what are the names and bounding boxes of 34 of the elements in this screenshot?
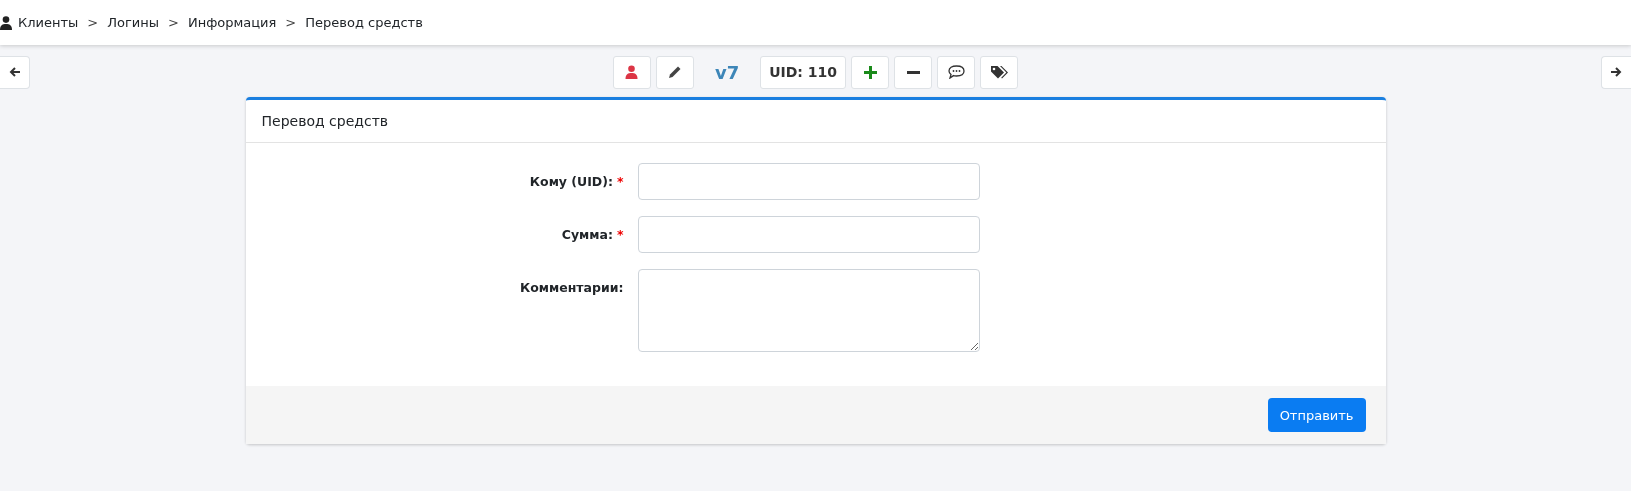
version-label: v7 (713, 61, 741, 83)
field-label: Комментарии: (519, 279, 624, 297)
breadcrumb-link[interactable]: Клиенты (18, 15, 79, 30)
pencil-icon (667, 65, 682, 79)
minus-button[interactable] (894, 55, 933, 89)
breadcrumb-separator: > (87, 15, 99, 30)
breadcrumb-link[interactable]: Информация (187, 15, 277, 30)
uid-button[interactable]: UID: 110 (760, 55, 847, 89)
person-button[interactable] (612, 55, 651, 89)
left-arrow-icon (8, 66, 21, 78)
breadcrumb-link[interactable]: Перевод средств (305, 15, 423, 30)
field-label: Кому (UID): * (528, 173, 624, 191)
tags-icon (989, 64, 1009, 80)
minus-icon (906, 70, 920, 74)
card-title: Перевод средств (245, 100, 1386, 143)
submit-button[interactable]: Отправить (1267, 398, 1366, 432)
forward-button[interactable] (1601, 55, 1631, 89)
user-icon (0, 15, 12, 30)
field-label: Сумма: * (560, 226, 624, 244)
breadcrumb-separator: > (285, 15, 297, 30)
plus-button[interactable] (851, 55, 890, 89)
breadcrumb-link[interactable]: Логины (107, 15, 159, 30)
input-field[interactable] (637, 163, 980, 200)
comment-field[interactable] (637, 269, 980, 352)
chat-button[interactable] (937, 55, 976, 89)
right-arrow-icon (1610, 66, 1623, 78)
person-icon (625, 65, 639, 79)
back-button[interactable] (0, 55, 30, 89)
tags-button[interactable] (980, 55, 1019, 89)
plus-icon (863, 65, 877, 79)
breadcrumb-separator: > (168, 15, 179, 30)
pencil-button[interactable] (655, 55, 694, 89)
input-field[interactable] (637, 216, 980, 253)
speech-bubble-icon (947, 65, 965, 79)
